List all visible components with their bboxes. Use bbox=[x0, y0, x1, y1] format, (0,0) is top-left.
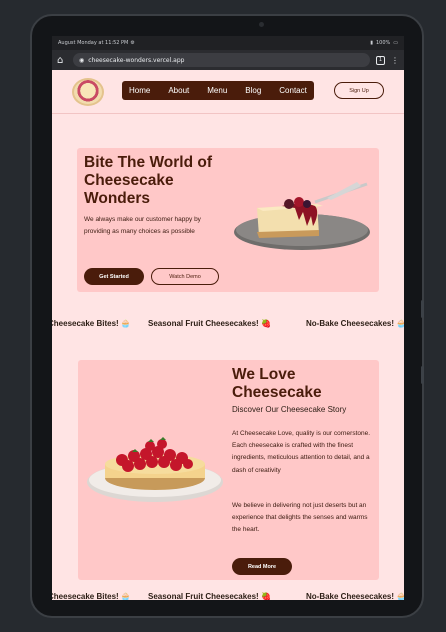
tabs-icon[interactable]: 1 bbox=[376, 55, 385, 65]
signup-button[interactable]: Sign Up bbox=[334, 82, 384, 99]
status-right: ▮ 100% ▭ bbox=[370, 40, 398, 46]
address-bar[interactable]: ◉ cheesecake-wonders.vercel.app bbox=[73, 53, 370, 67]
site-info-icon[interactable]: ◉ bbox=[79, 57, 84, 64]
screen: August Monday at 11:52 PM ⚙ ▮ 100% ▭ ⌂ ◉… bbox=[52, 36, 404, 600]
about-paragraph-2: We believe in delivering not just desert… bbox=[232, 502, 368, 534]
browser-toolbar: ⌂ ◉ cheesecake-wonders.vercel.app 1 ⋮ bbox=[52, 50, 404, 70]
read-more-button[interactable]: Read More bbox=[232, 558, 292, 575]
marquee-item: No-Bake Cheesecakes! 🧁 bbox=[306, 592, 404, 600]
about-section: We Love Cheesecake Discover Our Cheeseca… bbox=[78, 360, 379, 580]
get-started-button[interactable]: Get Started bbox=[84, 268, 144, 285]
signal-icon: ▮ bbox=[370, 40, 373, 46]
nav-contact[interactable]: Contact bbox=[279, 86, 307, 95]
url-text: cheesecake-wonders.vercel.app bbox=[88, 56, 185, 64]
status-left: August Monday at 11:52 PM ⚙ bbox=[58, 40, 135, 46]
promo-marquee-bottom: Cheesecake Bites! 🧁 Seasonal Fruit Chees… bbox=[52, 592, 404, 600]
about-title: We Love Cheesecake bbox=[232, 366, 322, 401]
nav-menu: Home About Menu Blog Contact bbox=[122, 81, 314, 100]
hero-title: Bite The World of Cheesecake Wonders bbox=[84, 154, 213, 207]
battery-level: 100% bbox=[375, 40, 391, 46]
tablet-frame: August Monday at 11:52 PM ⚙ ▮ 100% ▭ ⌂ ◉… bbox=[30, 14, 424, 618]
nav-about[interactable]: About bbox=[168, 86, 189, 95]
settings-icon: ⚙ bbox=[130, 40, 135, 46]
marquee-item: Seasonal Fruit Cheesecakes! 🍓 bbox=[148, 592, 271, 600]
strawberry-cheesecake-image bbox=[87, 437, 223, 502]
status-time: August Monday at 11:52 PM bbox=[58, 40, 129, 46]
nav-blog[interactable]: Blog bbox=[245, 86, 261, 95]
cheesecake-slice-image bbox=[234, 182, 370, 250]
marquee-item: Cheesecake Bites! 🧁 bbox=[52, 319, 131, 328]
marquee-item: Seasonal Fruit Cheesecakes! 🍓 bbox=[148, 319, 271, 328]
camera bbox=[259, 22, 264, 27]
promo-marquee: Cheesecake Bites! 🧁 Seasonal Fruit Chees… bbox=[52, 319, 404, 333]
nav-menu-link[interactable]: Menu bbox=[207, 86, 227, 95]
marquee-item: Cheesecake Bites! 🧁 bbox=[52, 592, 131, 600]
side-button bbox=[421, 300, 424, 318]
about-paragraph-1: At Cheesecake Love, quality is our corne… bbox=[232, 430, 371, 474]
side-button bbox=[421, 366, 424, 384]
nav-home[interactable]: Home bbox=[129, 86, 150, 95]
marquee-item: No-Bake Cheesecakes! 🧁 bbox=[306, 319, 404, 328]
home-icon[interactable]: ⌂ bbox=[57, 55, 67, 66]
site-header: Home About Menu Blog Contact Sign Up bbox=[52, 70, 404, 114]
logo[interactable] bbox=[72, 77, 104, 106]
about-subtitle: Discover Our Cheesecake Story bbox=[232, 405, 347, 414]
status-bar: August Monday at 11:52 PM ⚙ ▮ 100% ▭ bbox=[52, 36, 404, 50]
battery-icon: ▭ bbox=[393, 40, 398, 46]
hero-text: We always make our customer happy by pro… bbox=[84, 216, 201, 235]
watch-demo-button[interactable]: Watch Demo bbox=[151, 268, 219, 285]
hero-section: Bite The World of Cheesecake Wonders We … bbox=[77, 148, 379, 292]
more-menu-icon[interactable]: ⋮ bbox=[391, 56, 399, 65]
